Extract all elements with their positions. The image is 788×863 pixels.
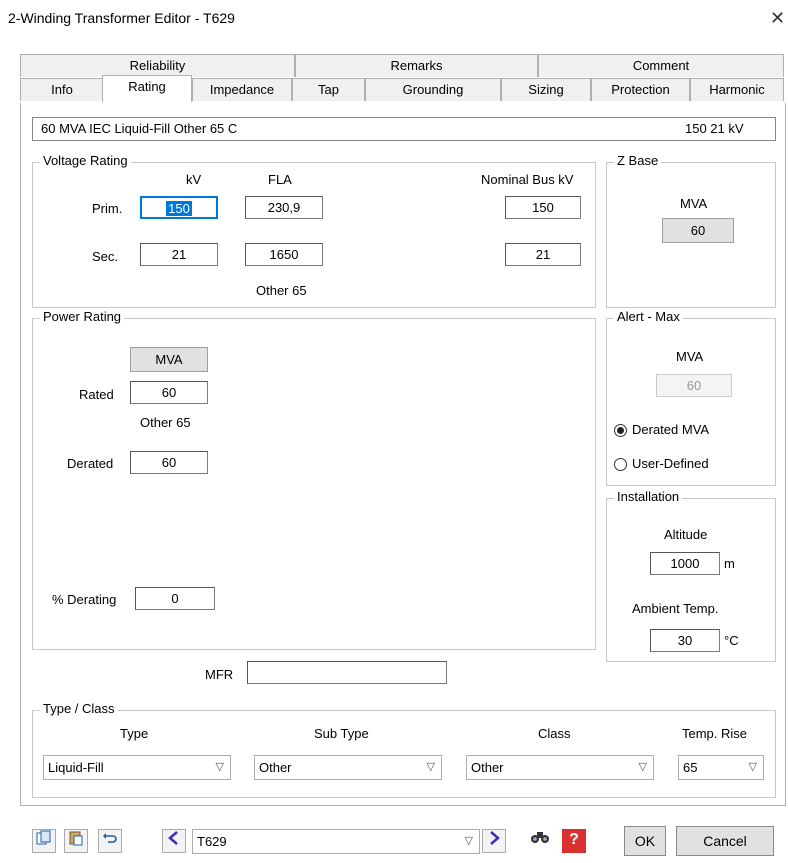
type-class-group [32,710,776,798]
previous-icon[interactable] [162,829,186,853]
prim-label: Prim. [92,201,123,216]
paste-icon[interactable] [64,829,88,853]
derating-input[interactable]: 0 [135,587,215,610]
subtype-select[interactable]: Other ▽ [254,755,442,780]
ambient-temp-label: Ambient Temp. [632,601,719,616]
element-id-select[interactable]: T629 ▽ [192,829,480,854]
summary-kv: 150 21 kV [685,121,744,136]
power-rating-title: Power Rating [40,309,125,324]
tab-info[interactable]: Info [20,78,104,101]
temp-rise-label: Temp. Rise [682,726,748,741]
alert-max-title: Alert - Max [614,309,683,324]
altitude-input[interactable]: 1000 [650,552,720,575]
type-select[interactable]: Liquid-Fill ▽ [43,755,231,780]
class-label: Class [538,726,571,741]
tab-reliability[interactable]: Reliability [20,54,295,77]
tab-harmonic[interactable]: Harmonic [690,78,784,101]
fla-column-header: FLA [268,172,292,187]
prim-kv-input[interactable]: 150 [140,196,218,219]
power-rating-note: Other 65 [140,415,191,430]
chevron-down-icon: ▽ [464,835,473,847]
window-title: 2-Winding Transformer Editor - T629 [8,10,235,26]
tab-tap[interactable]: Tap [292,78,365,101]
chevron-down-icon: ▽ [215,761,224,773]
z-base-mva-label: MVA [680,196,708,211]
nominal-bus-kv-header: Nominal Bus kV [481,172,574,187]
kv-column-header: kV [186,172,202,187]
prim-nominal-bus-kv-input[interactable]: 150 [505,196,581,219]
derated-mva-radio[interactable] [614,424,627,437]
undo-icon[interactable] [98,829,122,853]
prim-fla-input[interactable]: 230,9 [245,196,323,219]
derated-mva-label[interactable]: Derated MVA [632,422,709,437]
close-icon[interactable]: ✕ [770,8,785,29]
chevron-down-icon: ▽ [426,761,435,773]
tab-rating[interactable]: Rating [102,75,192,102]
derating-label: % Derating [52,592,117,607]
tab-sizing[interactable]: Sizing [501,78,591,101]
power-rating-mva-button[interactable]: MVA [130,347,208,372]
alert-max-mva-input[interactable]: 60 [656,374,732,397]
help-icon[interactable]: ? [562,829,586,853]
tab-protection[interactable]: Protection [591,78,690,101]
rated-mva-input[interactable]: 60 [130,381,208,404]
chevron-down-icon: ▽ [638,761,647,773]
temp-rise-select[interactable]: 65 ▽ [678,755,764,780]
power-rating-group [32,318,596,650]
next-icon[interactable] [482,829,506,853]
voltage-rating-title: Voltage Rating [40,153,131,168]
cancel-button[interactable]: Cancel [676,826,774,856]
ok-button[interactable]: OK [624,826,666,856]
sec-kv-input[interactable]: 21 [140,243,218,266]
copy-icon[interactable] [32,829,56,853]
z-base-mva-value: 60 [662,218,734,243]
summary-text: 60 MVA IEC Liquid-Fill Other 65 C [41,121,238,136]
ambient-temp-unit: °C [724,633,739,648]
binoculars-icon[interactable] [528,829,552,853]
altitude-label: Altitude [664,527,708,542]
derated-mva-input[interactable]: 60 [130,451,208,474]
tab-comment[interactable]: Comment [538,54,784,77]
type-label: Type [120,726,149,741]
summary-bar: 60 MVA IEC Liquid-Fill Other 65 C 150 21… [32,117,776,141]
sec-fla-input[interactable]: 1650 [245,243,323,266]
ambient-temp-input[interactable]: 30 [650,629,720,652]
sec-label: Sec. [92,249,119,264]
subtype-label: Sub Type [314,726,369,741]
class-select[interactable]: Other ▽ [466,755,654,780]
mfr-label: MFR [205,667,234,682]
tab-grounding[interactable]: Grounding [365,78,501,101]
mfr-input[interactable] [247,661,447,684]
z-base-title: Z Base [614,153,662,168]
installation-title: Installation [614,489,683,504]
user-defined-radio[interactable] [614,458,627,471]
tab-impedance[interactable]: Impedance [192,78,292,101]
voltage-rating-note: Other 65 [256,283,307,298]
sec-nominal-bus-kv-input[interactable]: 21 [505,243,581,266]
tab-remarks[interactable]: Remarks [295,54,538,77]
type-class-title: Type / Class [40,701,118,716]
derated-label: Derated [67,456,114,471]
rated-label: Rated [79,387,114,402]
altitude-unit: m [724,556,735,571]
alert-max-mva-label: MVA [676,349,704,364]
chevron-down-icon: ▽ [748,761,757,773]
user-defined-label[interactable]: User-Defined [632,456,709,471]
